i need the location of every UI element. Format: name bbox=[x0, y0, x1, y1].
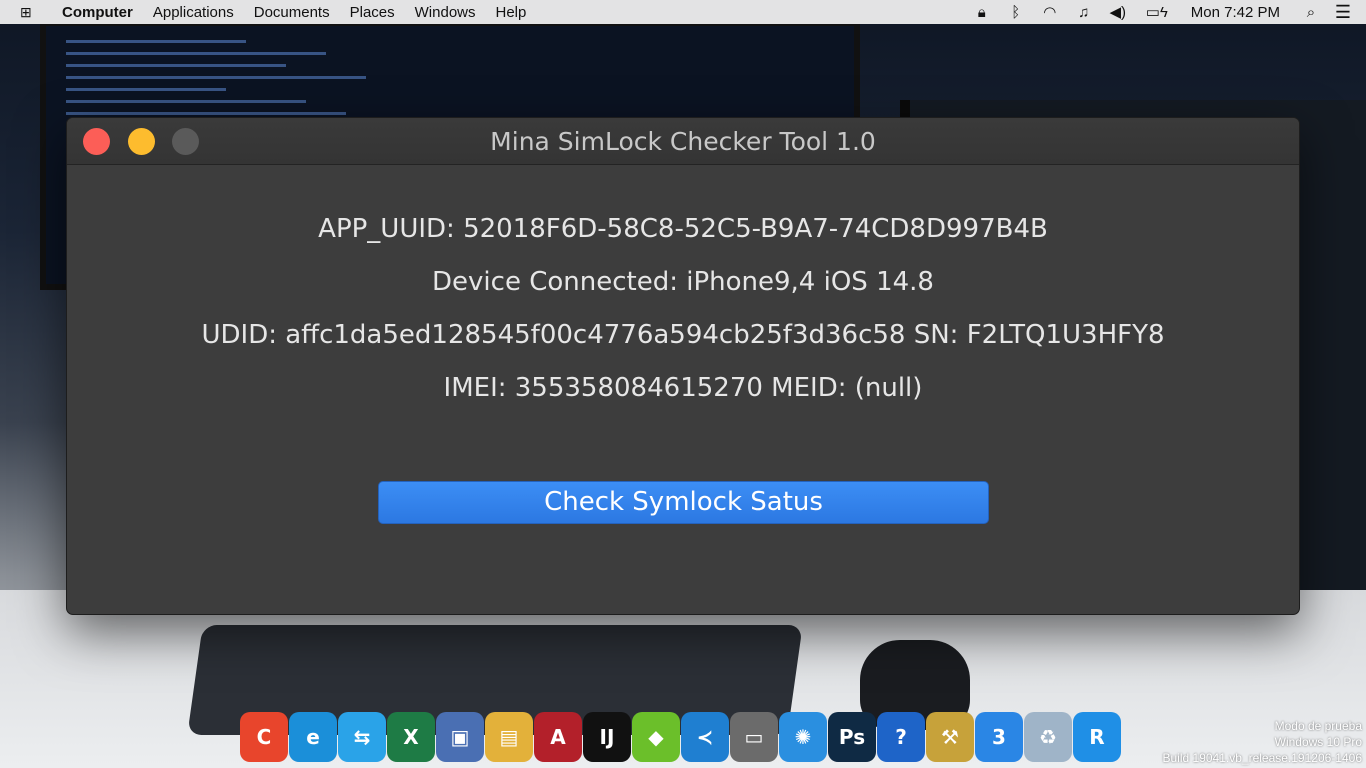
arduino-style-icon[interactable]: A bbox=[534, 712, 582, 762]
udid-serial-text: UDID: affc1da5ed128545f00c4776a594cb25f3… bbox=[201, 320, 1165, 350]
menu-windows[interactable]: Windows bbox=[405, 4, 486, 21]
windows-logo-icon[interactable]: ⊞ bbox=[20, 4, 46, 21]
green-cube-icon[interactable]: ◆ bbox=[632, 712, 680, 762]
check-simlock-status-button[interactable]: Check Symlock Satus bbox=[378, 481, 989, 524]
bluetooth-icon[interactable]: ᛒ bbox=[999, 4, 1033, 21]
vscode-icon[interactable]: ≺ bbox=[681, 712, 729, 762]
help-question-icon[interactable]: ? bbox=[877, 712, 925, 762]
window-title: Mina SimLock Checker Tool 1.0 bbox=[490, 127, 876, 156]
list-menu-icon[interactable]: ☰ bbox=[1328, 2, 1358, 23]
clock[interactable]: Mon 7:42 PM bbox=[1179, 4, 1294, 21]
imei-meid-text: IMEI: 355358084615270 MEID: (null) bbox=[443, 373, 923, 403]
top-menu-bar: ⊞ Computer Applications Documents Places… bbox=[0, 0, 1366, 24]
ccleaner-icon[interactable]: C bbox=[240, 712, 288, 762]
menu-help[interactable]: Help bbox=[486, 4, 537, 21]
photoshop-icon[interactable]: Ps bbox=[828, 712, 876, 762]
3utools-icon[interactable]: 3 bbox=[975, 712, 1023, 762]
volume-icon[interactable]: ◀) bbox=[1101, 3, 1135, 21]
tools-hammer-icon[interactable]: ⚒ bbox=[926, 712, 974, 762]
edge-browser-icon[interactable]: e bbox=[289, 712, 337, 762]
files-folder-icon[interactable]: ▤ bbox=[485, 712, 533, 762]
recycle-bin-icon[interactable]: ♻ bbox=[1024, 712, 1072, 762]
reiboot-icon[interactable]: R bbox=[1073, 712, 1121, 762]
virtualbox-icon[interactable]: ▣ bbox=[436, 712, 484, 762]
menu-documents[interactable]: Documents bbox=[244, 4, 340, 21]
menu-computer[interactable]: Computer bbox=[46, 4, 143, 21]
system-tray: 🔒︎ ᛒ ◠ ♫ ◀) ▭ϟ Mon 7:42 PM ⌕ ☰ bbox=[965, 2, 1366, 23]
watermark-line-3: Build 19041.vb_release.191206-1406 bbox=[1162, 751, 1363, 765]
search-icon[interactable]: ⌕ bbox=[1294, 4, 1328, 21]
app-dock: Ce ⇆ X ▣ ▤ A IJ ◆ ≺ ▭ ✺ Ps? ⚒ 3 ♻ R bbox=[240, 706, 1122, 762]
menu-applications[interactable]: Applications bbox=[143, 4, 244, 21]
watermark-line-2: Windows 10 Pro bbox=[1274, 735, 1362, 749]
lock-icon[interactable]: 🔒︎ bbox=[965, 4, 999, 21]
battery-charging-icon[interactable]: ▭ϟ bbox=[1135, 3, 1179, 21]
app-uuid-text: APP_UUID: 52018F6D-58C8-52C5-B9A7-74CD8D… bbox=[318, 214, 1048, 244]
transfer-arrows-icon[interactable]: ⇆ bbox=[338, 712, 386, 762]
network-hub-icon[interactable]: ✺ bbox=[779, 712, 827, 762]
watermark-line-1: Modo de prueba bbox=[1274, 719, 1362, 733]
intellij-icon[interactable]: IJ bbox=[583, 712, 631, 762]
window-titlebar[interactable]: Mina SimLock Checker Tool 1.0 bbox=[67, 118, 1299, 165]
menu-places[interactable]: Places bbox=[340, 4, 405, 21]
music-icon[interactable]: ♫ bbox=[1067, 4, 1101, 21]
excel-icon[interactable]: X bbox=[387, 712, 435, 762]
windows-test-mode-watermark: Modo de prueba Windows 10 Pro Build 1904… bbox=[1163, 718, 1363, 766]
wifi-icon[interactable]: ◠ bbox=[1033, 3, 1067, 21]
device-connected-text: Device Connected: iPhone9,4 iOS 14.8 bbox=[432, 267, 934, 297]
usb-drive-icon[interactable]: ▭ bbox=[730, 712, 778, 762]
simlock-checker-window: Mina SimLock Checker Tool 1.0 APP_UUID: … bbox=[66, 117, 1300, 615]
